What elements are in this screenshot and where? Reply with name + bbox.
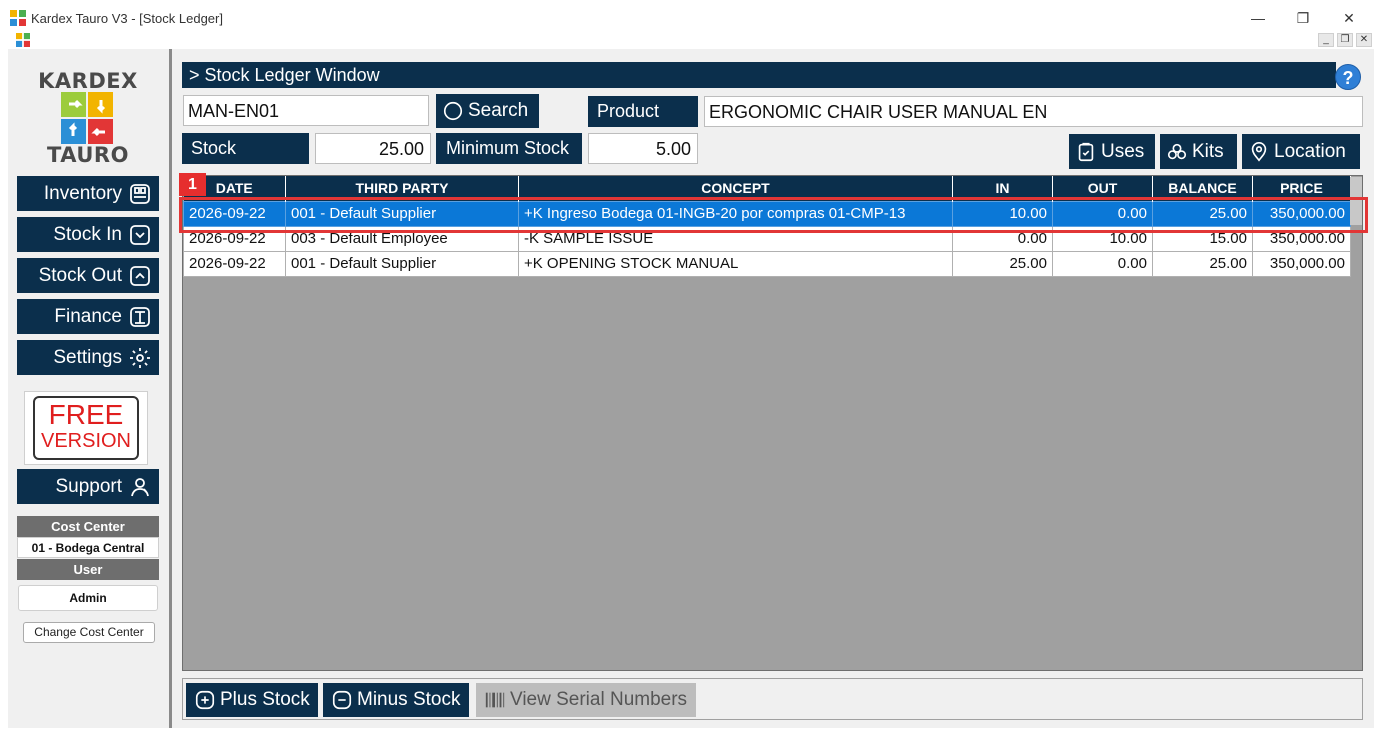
restore-button[interactable]: ❐ (1288, 8, 1318, 28)
mdi-restore-button[interactable]: ❐ (1337, 33, 1353, 47)
search-label: Search (468, 100, 529, 121)
location-pin-icon (1251, 141, 1267, 162)
search-button[interactable]: Search (436, 94, 539, 128)
kits-icon (1167, 143, 1187, 159)
tray-out-icon (130, 265, 150, 286)
product-name-field: ERGONOMIC CHAIR USER MANUAL EN (704, 96, 1363, 127)
stock-value-field: 25.00 (315, 133, 431, 164)
free-text: FREE (48, 399, 124, 430)
clipboard-check-icon (1078, 142, 1094, 161)
cell-concept: +K OPENING STOCK MANUAL (518, 250, 953, 277)
location-label: Location (1274, 140, 1346, 162)
minus-stock-button[interactable]: Minus Stock (323, 683, 469, 717)
help-button[interactable]: ? (1335, 64, 1361, 90)
cell-balance: 25.00 (1152, 250, 1253, 277)
tray-in-icon (130, 224, 150, 245)
plus-stock-button[interactable]: Plus Stock (186, 683, 318, 717)
gear-icon (130, 347, 150, 368)
version-text: VERSION (40, 430, 132, 452)
kits-label: Kits (1192, 140, 1224, 162)
cell-in: 25.00 (952, 250, 1053, 277)
support-label: Support (55, 475, 122, 497)
user-value: Admin (18, 585, 158, 611)
sidebar: KARDEX TAURO Inventory Stock In Stock Ou… (8, 49, 168, 728)
uses-button[interactable]: Uses (1069, 134, 1155, 169)
product-code-input[interactable]: MAN-EN01 (183, 95, 429, 126)
nav-settings-label: Settings (53, 346, 122, 368)
app-logo-icon (10, 10, 26, 26)
minus-circle-icon (332, 690, 352, 710)
mdi-bar: _ ❐ ✕ (8, 31, 1374, 49)
cost-center-label: Cost Center (17, 516, 159, 537)
view-serial-numbers-button[interactable]: View Serial Numbers (476, 683, 696, 717)
minimum-stock-label: Minimum Stock (436, 133, 582, 164)
nav-stock-out-button[interactable]: Stock Out (17, 258, 159, 293)
mdi-logo-icon (16, 33, 30, 47)
ledger-grid: DATE THIRD PARTY CONCEPT IN OUT BALANCE … (179, 173, 1368, 671)
free-version-frame: FREE VERSION (33, 396, 139, 460)
bottom-toolbar: Plus Stock Minus Stock View Serial Numbe… (182, 678, 1363, 720)
view-serial-numbers-label: View Serial Numbers (510, 689, 688, 710)
client-area: KARDEX TAURO Inventory Stock In Stock Ou… (8, 49, 1374, 728)
nav-finance-button[interactable]: Finance (17, 299, 159, 334)
kits-button[interactable]: Kits (1160, 134, 1237, 169)
close-button[interactable]: ✕ (1334, 8, 1364, 28)
table-row[interactable]: 2026-09-22 001 - Default Supplier +K OPE… (183, 250, 1351, 277)
barcode-icon (485, 692, 505, 708)
minus-stock-label: Minus Stock (357, 689, 461, 710)
nav-inventory-label: Inventory (43, 182, 122, 204)
cost-center-value: 01 - Bodega Central (17, 537, 159, 558)
nav-stock-out-label: Stock Out (38, 264, 122, 286)
nav-settings-button[interactable]: Settings (17, 340, 159, 375)
free-version-badge: FREE VERSION (24, 391, 148, 465)
minimize-button[interactable]: — (1243, 8, 1273, 28)
support-button[interactable]: Support (17, 469, 159, 504)
nav-stock-in-label: Stock In (53, 223, 122, 245)
uses-label: Uses (1101, 140, 1145, 162)
selected-row-highlight (179, 197, 1368, 233)
cell-third-party: 001 - Default Supplier (285, 250, 519, 277)
window-header: > Stock Ledger Window (182, 62, 1336, 88)
logo-text-top: KARDEX (38, 69, 138, 93)
window-title: Kardex Tauro V3 - [Stock Ledger] (31, 11, 223, 26)
title-bar: Kardex Tauro V3 - [Stock Ledger] — ❐ ✕ (0, 0, 1382, 31)
cell-price: 350,000.00 (1252, 250, 1351, 277)
nav-stock-in-button[interactable]: Stock In (17, 217, 159, 252)
logo-text-bottom: TAURO (47, 143, 129, 167)
cell-out: 0.00 (1052, 250, 1153, 277)
support-agent-icon (131, 477, 149, 496)
cell-date: 2026-09-22 (183, 250, 286, 277)
stock-label: Stock (182, 133, 309, 164)
nav-inventory-button[interactable]: Inventory (17, 176, 159, 211)
change-cost-center-button[interactable]: Change Cost Center (23, 622, 155, 643)
search-icon (443, 101, 463, 121)
mdi-minimize-button[interactable]: _ (1318, 33, 1334, 47)
box-icon (130, 183, 150, 204)
mdi-close-button[interactable]: ✕ (1356, 33, 1372, 47)
product-label: Product (588, 96, 698, 127)
location-button[interactable]: Location (1242, 134, 1360, 169)
stock-ledger-window: > Stock Ledger Window ? MAN-EN01 Search … (179, 49, 1368, 728)
plus-stock-label: Plus Stock (220, 689, 310, 710)
minimum-stock-field[interactable]: 5.00 (588, 133, 698, 164)
nav-finance-label: Finance (54, 305, 122, 327)
book-icon (130, 306, 150, 327)
kardex-logo-icon (61, 92, 113, 144)
annotation-marker: 1 (179, 173, 206, 196)
user-label: User (17, 559, 159, 580)
sidebar-divider (169, 49, 172, 728)
plus-circle-icon (195, 690, 215, 710)
